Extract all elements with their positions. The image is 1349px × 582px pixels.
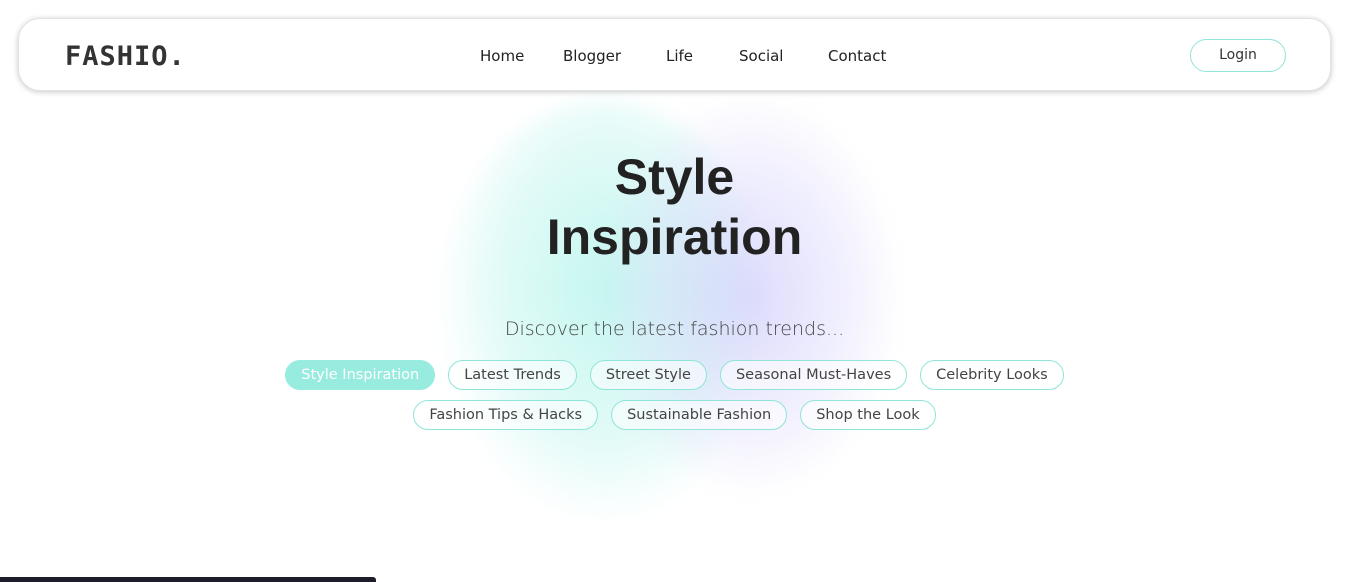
navbar: FASHIO. Home Blogger Life Social Contact… (18, 18, 1331, 91)
chip-sustainable-fashion[interactable]: Sustainable Fashion (611, 400, 788, 430)
nav-link-contact[interactable]: Contact (828, 47, 886, 65)
nav-link-home[interactable]: Home (480, 47, 524, 65)
chip-style-inspiration[interactable]: Style Inspiration (285, 360, 436, 390)
chip-celebrity-looks[interactable]: Celebrity Looks (920, 360, 1064, 390)
chip-fashion-tips-hacks[interactable]: Fashion Tips & Hacks (413, 400, 599, 430)
category-chips-row-2: Fashion Tips & Hacks Sustainable Fashion… (0, 400, 1349, 430)
category-chips-row-1: Style Inspiration Latest Trends Street S… (0, 360, 1349, 390)
chip-latest-trends[interactable]: Latest Trends (448, 360, 577, 390)
bottom-dark-bar (0, 577, 376, 582)
hero-subtitle: Discover the latest fashion trends... (504, 318, 845, 340)
chip-street-style[interactable]: Street Style (589, 360, 707, 390)
logo[interactable]: FASHIO. (65, 41, 186, 72)
nav-link-social[interactable]: Social (739, 47, 783, 65)
chip-shop-the-look[interactable]: Shop the Look (800, 400, 936, 430)
nav-link-life[interactable]: Life (666, 47, 693, 65)
chip-seasonal-must-haves[interactable]: Seasonal Must-Haves (719, 360, 908, 390)
nav-link-blogger[interactable]: Blogger (563, 47, 621, 65)
hero-title-line-2: Inspiration (546, 209, 803, 265)
login-button[interactable]: Login (1190, 39, 1286, 72)
hero-title-line-1: Style (614, 149, 735, 205)
